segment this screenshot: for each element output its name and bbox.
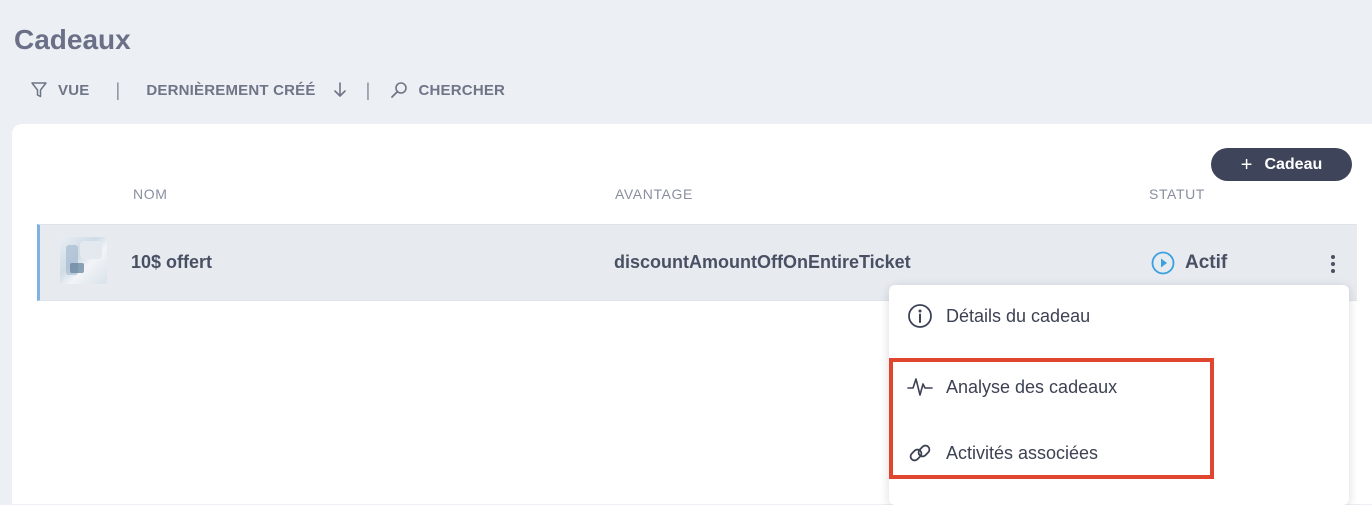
toolbar: VUE | DERNIÈREMENT CRÉÉ | CHERCHER xyxy=(30,78,505,102)
search-button[interactable]: CHERCHER xyxy=(390,81,505,99)
toolbar-separator: | xyxy=(115,79,121,100)
column-header-status[interactable]: STATUT xyxy=(1149,186,1205,202)
link-icon xyxy=(907,440,933,466)
menu-item-label: Détails du cadeau xyxy=(946,305,1091,326)
menu-item-label: Analyse des cadeaux xyxy=(946,376,1118,397)
context-menu: Détails du cadeau Analyse des cadeaux Ac… xyxy=(889,285,1349,505)
arrow-down-icon xyxy=(332,81,348,99)
status-badge: Actif xyxy=(1151,251,1227,275)
gift-name: 10$ offert xyxy=(131,252,213,272)
filter-icon xyxy=(30,81,48,99)
sort-button[interactable]: DERNIÈREMENT CRÉÉ xyxy=(146,81,347,99)
gift-thumbnail xyxy=(60,237,107,284)
view-filter-button[interactable]: VUE xyxy=(30,81,89,99)
add-gift-label: Cadeau xyxy=(1264,155,1323,173)
search-icon xyxy=(390,81,408,99)
search-label: CHERCHER xyxy=(418,81,506,99)
sort-label: DERNIÈREMENT CRÉÉ xyxy=(146,81,316,99)
pulse-icon xyxy=(907,374,933,400)
plus-icon: + xyxy=(1240,153,1253,176)
menu-item-gift-details[interactable]: Détails du cadeau xyxy=(907,303,1090,329)
add-gift-button[interactable]: + Cadeau xyxy=(1211,148,1352,181)
gift-advantage: discountAmountOffOnEntireTicket xyxy=(614,252,911,272)
page-title: Cadeaux xyxy=(14,24,131,55)
row-more-options-icon[interactable] xyxy=(1325,252,1341,276)
menu-item-label: Activités associées xyxy=(946,442,1099,463)
menu-item-related-activities[interactable]: Activités associées xyxy=(907,440,1098,466)
info-circle-icon xyxy=(907,303,933,329)
column-header-name[interactable]: NOM xyxy=(133,186,167,202)
status-label: Actif xyxy=(1185,252,1228,273)
play-circle-icon xyxy=(1151,251,1175,275)
toolbar-separator: | xyxy=(365,79,371,100)
menu-item-gift-analysis[interactable]: Analyse des cadeaux xyxy=(907,374,1117,400)
view-label: VUE xyxy=(58,81,90,99)
column-header-advantage[interactable]: AVANTAGE xyxy=(615,186,693,202)
